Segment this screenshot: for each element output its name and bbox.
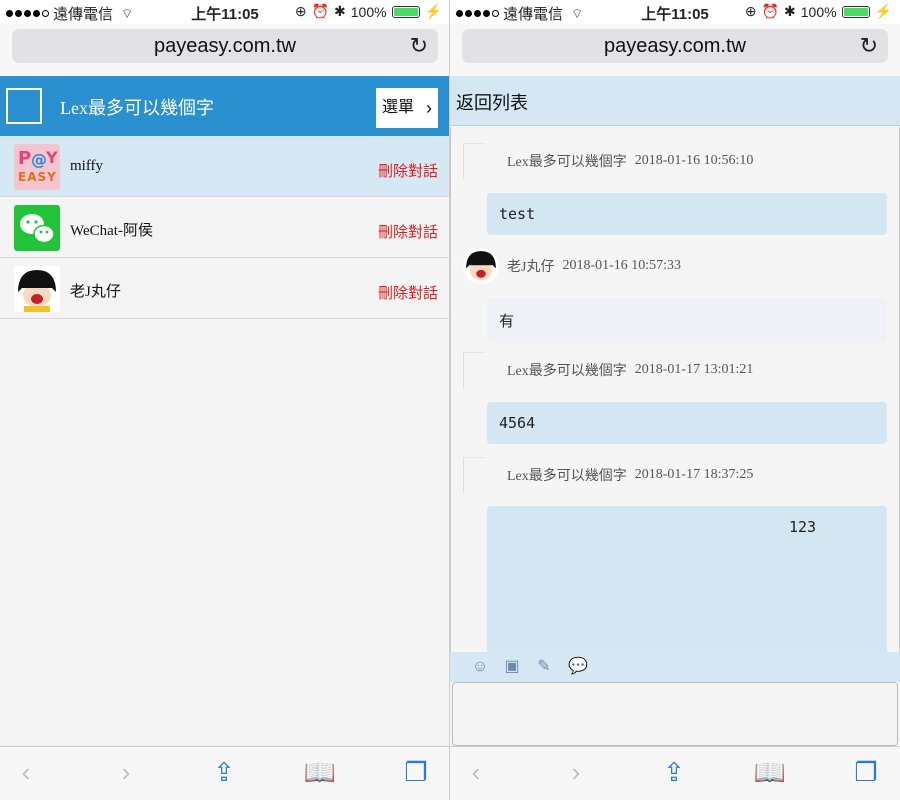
avatar	[463, 352, 485, 388]
charging-icon: ⚡	[874, 3, 892, 19]
address-bar[interactable]: payeasy.com.tw ↻	[12, 29, 438, 63]
message-thread[interactable]: Lex最多可以幾個字 2018-01-16 10:56:10 test 老J丸仔…	[450, 127, 900, 652]
message-sender: Lex最多可以幾個字	[507, 364, 627, 379]
status-bar: 遠傳電信 ⌔ 上午11:05 ⊕ ⏰ ✱ 100% ⚡	[0, 0, 449, 24]
tabs-icon[interactable]: ❐	[846, 757, 886, 788]
chat-name: 老J丸仔	[70, 284, 121, 300]
reload-icon[interactable]: ↻	[860, 29, 878, 63]
emoji-icon[interactable]: ☺	[470, 657, 490, 677]
battery-icon	[391, 5, 420, 18]
browser-toolbar: ‹ › ⇪ 📖 ❐	[450, 746, 900, 800]
chat-list: P @ Y EASY miffy 刪除對話 WeChat-阿侯 刪除對話 老J丸…	[0, 136, 449, 319]
bookmarks-icon[interactable]: 📖	[750, 757, 790, 788]
attachment-icon[interactable]: ✎	[534, 657, 554, 677]
share-icon[interactable]: ⇪	[204, 757, 244, 788]
message-time: 2018-01-17 13:01:21	[634, 362, 754, 377]
battery-percent: 100%	[800, 3, 837, 20]
message-sender: Lex最多可以幾個字	[507, 469, 627, 484]
input-toolbar: ☺ ▣ ✎ 💬	[450, 652, 900, 682]
message-meta: Lex最多可以幾個字 2018-01-16 10:56:10	[463, 143, 893, 179]
rotation-lock-icon: ⊕	[744, 3, 757, 19]
chat-row-wechat[interactable]: WeChat-阿侯 刪除對話	[0, 197, 449, 258]
url-text: payeasy.com.tw	[154, 35, 296, 57]
message-sender: Lex最多可以幾個字	[507, 155, 627, 170]
chat-list-header: Lex最多可以幾個字 選單 ›	[0, 76, 449, 136]
alarm-icon: ⏰	[761, 3, 780, 19]
rotation-lock-icon: ⊕	[294, 3, 307, 19]
maruko-avatar-icon	[463, 248, 499, 284]
address-bar[interactable]: payeasy.com.tw ↻	[462, 29, 888, 63]
back-arrow-icon[interactable]: ‹	[6, 757, 46, 788]
bluetooth-icon: ✱	[334, 3, 346, 19]
forward-arrow-icon[interactable]: ›	[556, 757, 596, 788]
payeasy-logo-icon: P @ Y EASY	[14, 144, 60, 190]
message-bubble: 123	[487, 506, 887, 652]
left-screen: 遠傳電信 ⌔ 上午11:05 ⊕ ⏰ ✱ 100% ⚡ payeasy.com.…	[0, 0, 450, 800]
menu-button[interactable]: 選單 ›	[376, 88, 438, 128]
charging-icon: ⚡	[424, 3, 442, 19]
chat-name: WeChat-阿侯	[70, 223, 153, 239]
forward-arrow-icon[interactable]: ›	[106, 757, 146, 788]
chat-name: miffy	[70, 158, 104, 174]
message-time: 2018-01-17 18:37:25	[634, 467, 754, 482]
battery-icon	[841, 5, 870, 18]
alarm-icon: ⏰	[311, 3, 330, 19]
share-icon[interactable]: ⇪	[654, 757, 694, 788]
chat-bubble-icon[interactable]: 💬	[568, 657, 588, 677]
avatar	[463, 457, 485, 493]
delete-chat-button[interactable]: 刪除對話	[378, 282, 438, 303]
battery-percent: 100%	[350, 3, 387, 20]
maruko-avatar-icon	[14, 266, 60, 312]
message-time: 2018-01-16 10:57:33	[562, 258, 682, 273]
status-bar: 遠傳電信 ⌔ 上午11:05 ⊕ ⏰ ✱ 100% ⚡	[450, 0, 900, 24]
message-meta: Lex最多可以幾個字 2018-01-17 18:37:25	[463, 457, 893, 493]
chat-row-maruko[interactable]: 老J丸仔 刪除對話	[0, 258, 449, 319]
wechat-icon	[14, 205, 60, 251]
message-meta: Lex最多可以幾個字 2018-01-17 13:01:21	[463, 352, 893, 388]
chat-row-miffy[interactable]: P @ Y EASY miffy 刪除對話	[0, 136, 449, 197]
browser-toolbar: ‹ › ⇪ 📖 ❐	[0, 746, 449, 800]
menu-label: 選單	[382, 99, 415, 116]
browser-bar: payeasy.com.tw ↻	[450, 24, 900, 76]
conversation-header: 返回列表	[450, 76, 900, 126]
message-bubble: 4564	[487, 402, 887, 444]
chevron-right-icon: ›	[426, 98, 432, 118]
message-sender: 老J丸仔	[507, 260, 555, 275]
tabs-icon[interactable]: ❐	[396, 757, 436, 788]
browser-bar: payeasy.com.tw ↻	[0, 24, 449, 76]
url-text: payeasy.com.tw	[604, 35, 746, 57]
message-bubble: test	[487, 193, 887, 235]
message-meta: 老J丸仔 2018-01-16 10:57:33	[463, 248, 893, 284]
delete-chat-button[interactable]: 刪除對話	[378, 221, 438, 242]
select-all-checkbox[interactable]	[6, 88, 42, 124]
delete-chat-button[interactable]: 刪除對話	[378, 160, 438, 181]
bluetooth-icon: ✱	[784, 3, 796, 19]
message-time: 2018-01-16 10:56:10	[634, 153, 754, 168]
message-input[interactable]	[452, 682, 898, 746]
bookmarks-icon[interactable]: 📖	[300, 757, 340, 788]
image-icon[interactable]: ▣	[502, 657, 522, 677]
message-bubble: 有	[487, 298, 887, 343]
right-screen: 遠傳電信 ⌔ 上午11:05 ⊕ ⏰ ✱ 100% ⚡ payeasy.com.…	[450, 0, 900, 800]
back-arrow-icon[interactable]: ‹	[456, 757, 496, 788]
back-to-list-link[interactable]: 返回列表	[456, 89, 528, 115]
reload-icon[interactable]: ↻	[410, 29, 428, 63]
avatar	[463, 143, 485, 179]
header-title: Lex最多可以幾個字	[60, 98, 214, 118]
